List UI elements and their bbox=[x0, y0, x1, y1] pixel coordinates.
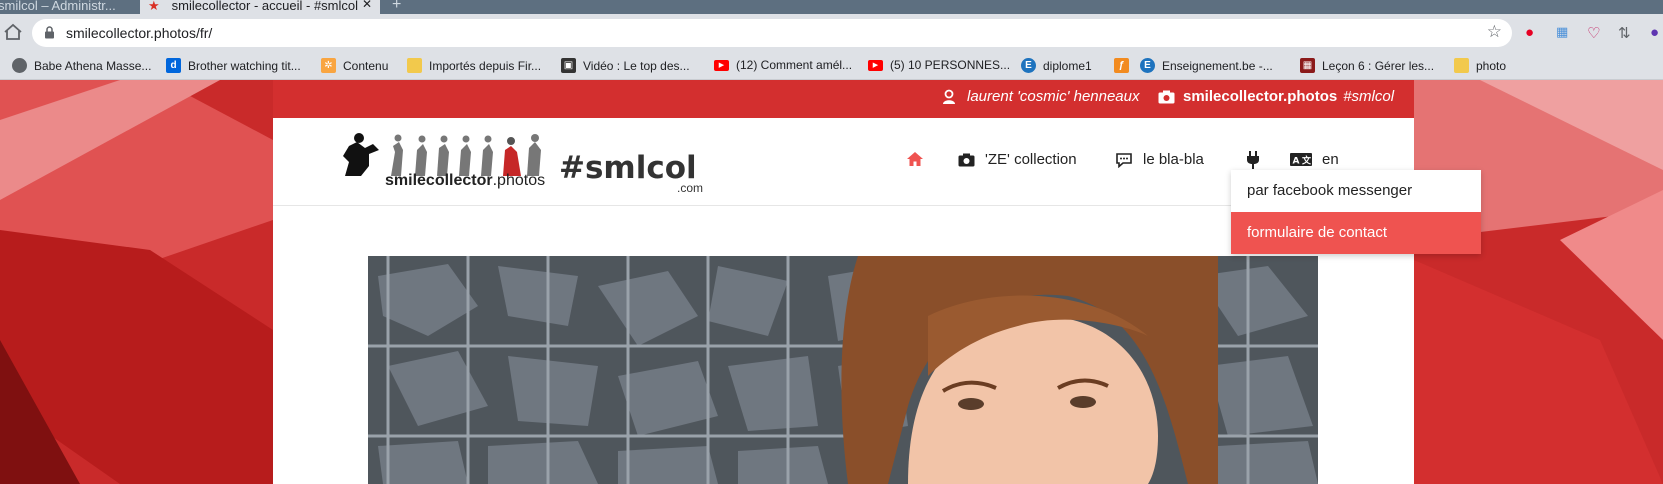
photographer-silhouette-logo-icon bbox=[343, 133, 541, 176]
translate-extension-icon[interactable]: ⇅ bbox=[1618, 24, 1631, 42]
user-icon bbox=[943, 89, 955, 104]
logo-brand-text: smilecollector.photos bbox=[385, 172, 546, 189]
svg-text:A: A bbox=[1293, 157, 1300, 167]
bookmark-item[interactable]: Importés depuis Fir... bbox=[407, 58, 541, 73]
video-site-icon: ▣ bbox=[561, 58, 576, 73]
site-topbar: laurent 'cosmic' henneaux smilecollector… bbox=[273, 80, 1414, 118]
enseignement-icon: E bbox=[1140, 58, 1155, 73]
nav-language[interactable]: A 文 en bbox=[1290, 151, 1339, 168]
e-icon: E bbox=[1021, 58, 1036, 73]
pinterest-icon[interactable]: ● bbox=[1525, 24, 1534, 41]
tab-active[interactable]: ★ smilecollector - accueil - #smlcol ✕ bbox=[140, 0, 380, 14]
dailymotion-icon: d bbox=[166, 58, 181, 73]
logo-dotcom: .com bbox=[677, 181, 704, 195]
language-icon: A 文 bbox=[1290, 153, 1312, 166]
browser-toolbar: smilecollector.photos/fr/ ☆ ● ▦ ♡ ⇅ ● bbox=[0, 14, 1663, 52]
svg-text:文: 文 bbox=[1301, 155, 1312, 167]
portrait-image bbox=[368, 256, 1318, 484]
grid-extension-icon[interactable]: ▦ bbox=[1556, 24, 1568, 40]
bookmarks-bar: Babe Athena Masse... d Brother watching … bbox=[0, 52, 1663, 80]
joomla-icon: ✲ bbox=[321, 58, 336, 73]
site-logo[interactable]: smilecollector.photos #smlcol .com bbox=[339, 132, 703, 195]
bookmark-item[interactable]: Babe Athena Masse... bbox=[12, 58, 151, 73]
nav-contact[interactable] bbox=[1246, 151, 1270, 169]
nav-home[interactable] bbox=[906, 151, 934, 167]
bookmark-item[interactable]: E diplome1 bbox=[1021, 58, 1092, 73]
tab-label: smilecollector - accueil - #smlcol bbox=[171, 0, 359, 13]
bookmark-item[interactable]: d Brother watching tit... bbox=[166, 58, 301, 73]
flash-icon: ƒ bbox=[1114, 58, 1129, 73]
site-container: laurent 'cosmic' henneaux smilecollector… bbox=[273, 80, 1481, 484]
globe-icon bbox=[12, 58, 27, 73]
menu-item-facebook-messenger[interactable]: par facebook messenger bbox=[1231, 170, 1481, 212]
new-tab-button[interactable]: + bbox=[392, 0, 401, 14]
nav-collection[interactable]: 'ZE' collection bbox=[958, 151, 1077, 168]
folder-icon bbox=[407, 58, 422, 73]
folder-icon bbox=[1454, 58, 1469, 73]
nav-blabla[interactable]: le bla-bla bbox=[1115, 151, 1204, 168]
address-bar[interactable]: smilecollector.photos/fr/ ☆ bbox=[32, 19, 1512, 47]
profile-extension-icon[interactable]: ● bbox=[1650, 24, 1659, 41]
page-viewport: laurent 'cosmic' henneaux smilecollector… bbox=[0, 80, 1663, 484]
hero-photo bbox=[368, 256, 1318, 484]
bookmark-item[interactable]: photo bbox=[1454, 58, 1506, 73]
bookmark-star-icon[interactable]: ☆ bbox=[1487, 22, 1502, 42]
home-icon bbox=[907, 152, 923, 166]
lesson-icon: ▦ bbox=[1300, 58, 1315, 73]
pin-favicon-icon: ★ bbox=[148, 0, 160, 13]
bookmark-item[interactable]: ▶ (12) Comment amél... bbox=[714, 58, 852, 72]
tab-inactive[interactable]: smilcol – Administr... bbox=[0, 0, 130, 14]
heart-extension-icon[interactable]: ♡ bbox=[1587, 24, 1600, 42]
lock-icon bbox=[45, 26, 54, 39]
speech-bubble-icon bbox=[1116, 152, 1132, 168]
contact-dropdown-menu: par facebook messenger formulaire de con… bbox=[1231, 170, 1481, 254]
plug-icon bbox=[1247, 151, 1259, 169]
site-home-link[interactable]: smilecollector.photos #smlcol bbox=[1158, 88, 1394, 105]
camera-icon bbox=[958, 153, 975, 166]
bookmark-item[interactable]: ✲ Contenu bbox=[321, 58, 388, 73]
youtube-icon: ▶ bbox=[714, 59, 729, 71]
logo-hashtag: #smlcol bbox=[559, 150, 697, 186]
url-text: smilecollector.photos/fr/ bbox=[66, 25, 213, 41]
bookmark-item[interactable]: ▦ Leçon 6 : Gérer les... bbox=[1300, 58, 1434, 73]
close-tab-icon[interactable]: ✕ bbox=[362, 0, 372, 11]
menu-item-contact-form[interactable]: formulaire de contact bbox=[1231, 212, 1481, 254]
bookmark-item[interactable]: ƒ E Enseignement.be -... bbox=[1114, 58, 1273, 73]
tab-label: smilcol – Administr... bbox=[0, 0, 116, 13]
tab-strip: smilcol – Administr... ★ smilecollector … bbox=[0, 0, 1663, 14]
author-link[interactable]: laurent 'cosmic' henneaux bbox=[941, 88, 1140, 105]
home-icon[interactable] bbox=[2, 21, 24, 43]
bookmark-item[interactable]: ▶ (5) 10 PERSONNES... bbox=[868, 58, 1010, 72]
bookmark-item[interactable]: ▣ Vidéo : Le top des... bbox=[561, 58, 690, 73]
youtube-icon: ▶ bbox=[868, 59, 883, 71]
camera-icon bbox=[1158, 90, 1175, 103]
